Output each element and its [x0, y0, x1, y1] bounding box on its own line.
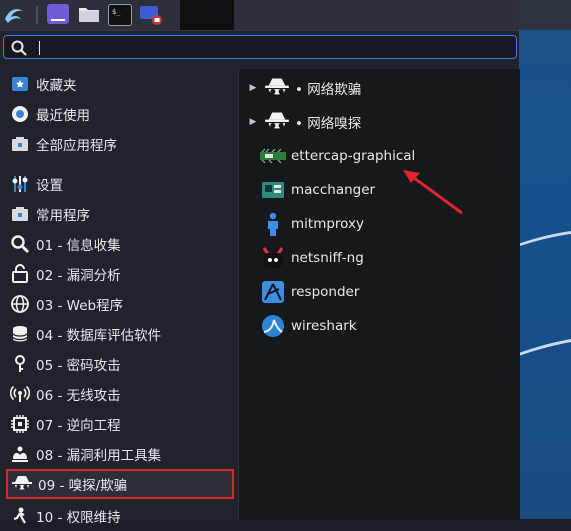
macchanger-icon: [259, 177, 287, 203]
responder-icon: [259, 279, 287, 305]
desktop-wallpaper: [519, 0, 571, 519]
category-label: 01 - 信息收集: [36, 238, 121, 254]
mitmproxy-icon: [259, 211, 287, 237]
category-maintaining-access[interactable]: 10 - 权限维持: [6, 501, 234, 531]
category-label: 10 - 权限维持: [36, 510, 121, 526]
app-label: ettercap-graphical: [291, 148, 416, 164]
category-label: 设置: [36, 178, 63, 194]
wallpaper-curve: [519, 317, 571, 436]
workspace-icon[interactable]: [47, 4, 69, 24]
category-label: 03 - Web程序: [36, 298, 124, 314]
screen-record-icon[interactable]: [139, 4, 162, 25]
app-label: macchanger: [291, 182, 376, 198]
text-cursor: [39, 41, 40, 55]
wireshark-icon: [259, 313, 287, 339]
database-icon: [8, 322, 32, 346]
category-label: 常用程序: [36, 208, 90, 224]
category-vuln-analysis[interactable]: 02 - 漏洞分析: [6, 259, 234, 289]
spy-icon: [10, 472, 34, 496]
category-label: 05 - 密码攻击: [36, 358, 121, 374]
category-label: 收藏夹: [36, 78, 77, 94]
category-label: 07 - 逆向工程: [36, 418, 121, 434]
netsniff-icon: [259, 245, 287, 271]
taskbar: $_: [0, 0, 519, 30]
search-bar[interactable]: [3, 35, 517, 59]
chevron-right-icon: ▶: [249, 117, 257, 127]
wireless-icon: [8, 382, 32, 406]
usual-apps-icon: [8, 202, 32, 226]
spy-icon: [263, 75, 291, 101]
category-settings[interactable]: 设置: [6, 169, 234, 199]
category-info-gathering[interactable]: 01 - 信息收集: [6, 229, 234, 259]
category-label: 最近使用: [36, 108, 90, 124]
taskbar-separator: [36, 6, 38, 24]
category-favorites[interactable]: 收藏夹: [6, 69, 234, 99]
category-label: 09 - 嗅探/欺骗: [38, 478, 128, 494]
favorites-icon: [8, 72, 32, 96]
app-label: mitmproxy: [291, 216, 364, 232]
category-label: 08 - 漏洞利用工具集: [36, 448, 162, 464]
category-label: 04 - 数据库评估软件: [36, 328, 162, 344]
category-wireless-attacks[interactable]: 06 - 无线攻击: [6, 379, 234, 409]
key-icon: [8, 352, 32, 376]
application-menu: 收藏夹 最近使用 全部应用程序 设置 常用程序 01 - 信息收集 02 - 漏…: [0, 30, 520, 526]
app-submenu-sniffing[interactable]: ▶ • 网络嗅探: [239, 107, 520, 137]
all-apps-icon: [8, 132, 32, 156]
app-list: ▶ • 网络欺骗 ▶ • 网络嗅探 ettercap-graphical mac…: [238, 69, 520, 520]
magnifier-icon: [8, 232, 32, 256]
exploit-icon: [8, 442, 32, 466]
category-exploitation[interactable]: 08 - 漏洞利用工具集: [6, 439, 234, 469]
search-input[interactable]: [34, 38, 508, 58]
category-web-apps[interactable]: 03 - Web程序: [6, 289, 234, 319]
app-label: • 网络欺骗: [295, 82, 362, 98]
vuln-analysis-icon: [8, 262, 32, 286]
search-icon: [10, 39, 28, 57]
category-label: 02 - 漏洞分析: [36, 268, 121, 284]
chip-icon: [8, 412, 32, 436]
category-sniffing-spoofing[interactable]: 09 - 嗅探/欺骗: [6, 469, 234, 499]
category-database[interactable]: 04 - 数据库评估软件: [6, 319, 234, 349]
folder-icon[interactable]: [78, 4, 100, 24]
active-window-indicator[interactable]: [180, 0, 234, 30]
category-label: 06 - 无线攻击: [36, 388, 121, 404]
category-recent[interactable]: 最近使用: [6, 99, 234, 129]
terminal-icon[interactable]: $_: [108, 4, 132, 26]
taskbar-extension: [519, 0, 571, 30]
app-mitmproxy[interactable]: mitmproxy: [239, 209, 520, 239]
app-wireshark[interactable]: wireshark: [239, 311, 520, 341]
app-submenu-spoofing[interactable]: ▶ • 网络欺骗: [239, 73, 520, 103]
recent-icon: [8, 102, 32, 126]
annotation-arrow: [403, 170, 463, 215]
app-ettercap[interactable]: ettercap-graphical: [239, 141, 520, 171]
app-label: wireshark: [291, 318, 357, 334]
category-label: 全部应用程序: [36, 138, 117, 154]
category-all-apps[interactable]: 全部应用程序: [6, 129, 234, 159]
chevron-right-icon: ▶: [249, 83, 257, 93]
settings-icon: [8, 172, 32, 196]
app-netsniff-ng[interactable]: netsniff-ng: [239, 243, 520, 273]
app-label: • 网络嗅探: [295, 116, 362, 132]
app-responder[interactable]: responder: [239, 277, 520, 307]
category-usual-apps[interactable]: 常用程序: [6, 199, 234, 229]
kali-dragon-icon[interactable]: [0, 0, 28, 30]
persistence-icon: [8, 504, 32, 528]
category-list: 收藏夹 最近使用 全部应用程序 设置 常用程序 01 - 信息收集 02 - 漏…: [0, 69, 238, 526]
globe-icon: [8, 292, 32, 316]
app-label: netsniff-ng: [291, 250, 364, 266]
app-label: responder: [291, 284, 360, 300]
app-macchanger[interactable]: macchanger: [239, 175, 520, 205]
wallpaper-curve: [519, 216, 571, 307]
spy-icon: [263, 109, 291, 135]
ettercap-icon: [259, 143, 287, 169]
category-password-attacks[interactable]: 05 - 密码攻击: [6, 349, 234, 379]
category-reverse-engineering[interactable]: 07 - 逆向工程: [6, 409, 234, 439]
